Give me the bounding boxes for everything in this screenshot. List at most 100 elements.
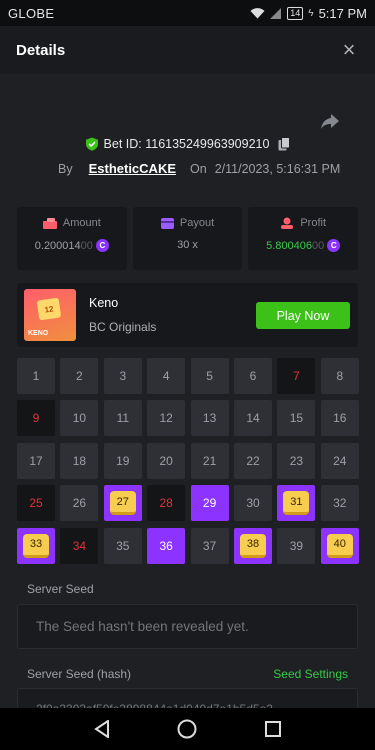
keno-cell-7[interactable]: 7: [277, 358, 316, 394]
keno-cell-40[interactable]: 40: [320, 527, 359, 564]
profit-icon: [281, 217, 294, 229]
play-now-button[interactable]: Play Now: [256, 302, 350, 329]
keno-cell-17[interactable]: 17: [17, 442, 55, 479]
stat-payout: Payout 30 x: [132, 207, 243, 270]
keno-cell-15[interactable]: 15: [277, 400, 316, 437]
seed-settings-link[interactable]: Seed Settings: [273, 667, 348, 681]
username-link[interactable]: EstheticCAKE: [89, 161, 176, 176]
game-card: 12 KENO Keno BC Originals Play Now: [17, 283, 358, 347]
keno-cell-9[interactable]: 9: [17, 400, 55, 437]
bet-meta-row: By EstheticCAKE On 2/11/2023, 5:16:31 PM: [58, 161, 340, 176]
keno-cell-gem-tile: 40: [326, 533, 353, 558]
bet-id-row: Bet ID: 116135249963909210: [0, 137, 375, 151]
keno-cell-2[interactable]: 2: [60, 358, 99, 394]
on-label: On: [190, 161, 207, 176]
modal-title: Details: [16, 41, 66, 59]
signal-icon: [270, 7, 282, 19]
keno-cell-32[interactable]: 32: [320, 485, 359, 522]
bet-date: 2/11/2023, 5:16:31 PM: [214, 161, 341, 176]
keno-cell-28[interactable]: 28: [147, 485, 186, 522]
keno-cell-3[interactable]: 3: [103, 358, 142, 394]
amount-icon: [42, 217, 57, 229]
profit-value: 5.800406: [266, 239, 312, 252]
payout-icon: [160, 217, 174, 229]
payout-label: Payout: [179, 217, 215, 229]
amount-label: Amount: [62, 217, 101, 229]
keno-cell-38[interactable]: 38: [234, 527, 272, 564]
keno-cell-20[interactable]: 20: [147, 442, 186, 479]
copy-icon[interactable]: [278, 137, 291, 151]
keno-cell-11[interactable]: 11: [103, 400, 142, 437]
stat-amount: Amount 0.20001400 C: [17, 207, 127, 270]
keno-cell-34[interactable]: 34: [60, 527, 99, 564]
keno-cell-gem-tile: 33: [23, 533, 49, 558]
keno-cell-1[interactable]: 1: [17, 358, 55, 394]
thumb-brand: KENO: [28, 330, 49, 337]
carrier-name: GLOBE: [8, 5, 55, 21]
keno-cell-8[interactable]: 8: [320, 358, 359, 394]
game-name: Keno: [89, 296, 119, 310]
clock: 5:17 PM: [318, 5, 367, 21]
keno-cell-22[interactable]: 22: [234, 442, 272, 479]
bet-id: Bet ID: 116135249963909210: [103, 137, 270, 151]
android-nav-bar: [0, 708, 375, 750]
stat-profit: Profit 5.80040600 C: [248, 207, 359, 270]
keno-cell-6[interactable]: 6: [234, 358, 272, 394]
wifi-icon: [250, 7, 265, 18]
keno-cell-18[interactable]: 18: [60, 442, 99, 479]
keno-cell-36[interactable]: 36: [147, 527, 186, 564]
by-label: By: [58, 161, 73, 176]
keno-cell-25[interactable]: 25: [17, 485, 55, 522]
coin-icon: C: [95, 239, 109, 252]
keno-cell-26[interactable]: 26: [60, 485, 99, 522]
details-modal: Details × Bet ID: 116135249963909210 By …: [0, 26, 375, 708]
share-icon[interactable]: [319, 110, 341, 132]
coin-icon: C: [327, 239, 341, 252]
modal-header: Details ×: [0, 26, 375, 74]
server-seed-hash-label: Server Seed (hash): [27, 667, 132, 681]
keno-cell-23[interactable]: 23: [277, 442, 316, 479]
keno-cell-13[interactable]: 13: [190, 400, 229, 437]
keno-cell-10[interactable]: 10: [60, 400, 99, 437]
thumb-tile: 12: [36, 297, 62, 321]
keno-thumbnail[interactable]: 12 KENO: [24, 289, 76, 341]
keno-cell-gem-tile: 38: [240, 533, 266, 558]
server-seed-field[interactable]: The Seed hasn't been revealed yet.: [17, 604, 358, 649]
battery-icon: 14: [287, 6, 304, 20]
keno-cell-4[interactable]: 4: [147, 358, 186, 394]
recents-icon[interactable]: [265, 721, 282, 737]
status-icons: 14 ϟ 5:17 PM: [250, 6, 367, 21]
keno-cell-33[interactable]: 33: [17, 527, 55, 564]
back-icon[interactable]: [94, 720, 110, 738]
game-provider: BC Originals: [89, 320, 157, 334]
keno-cell-31[interactable]: 31: [277, 485, 316, 522]
keno-cell-27[interactable]: 27: [103, 485, 142, 522]
home-icon[interactable]: [177, 719, 197, 739]
keno-cell-29[interactable]: 29: [190, 485, 229, 522]
modal-content: Bet ID: 116135249963909210 By EstheticCA…: [0, 74, 375, 708]
keno-cell-5[interactable]: 5: [190, 358, 229, 394]
status-bar: GLOBE 14 ϟ 5:17 PM: [0, 0, 375, 26]
amount-value-trailing: 00: [80, 239, 93, 252]
keno-cell-24[interactable]: 24: [320, 442, 359, 479]
charging-icon: ϟ: [308, 7, 314, 19]
keno-cell-gem-tile: 31: [283, 491, 310, 516]
close-icon[interactable]: ×: [339, 39, 359, 61]
keno-cell-gem-tile: 27: [109, 491, 136, 516]
verified-shield-icon: [85, 137, 98, 151]
keno-cell-16[interactable]: 16: [320, 400, 359, 437]
keno-cell-21[interactable]: 21: [190, 442, 229, 479]
keno-cell-35[interactable]: 35: [103, 527, 142, 564]
keno-cell-39[interactable]: 39: [277, 527, 316, 564]
keno-cell-37[interactable]: 37: [190, 527, 229, 564]
payout-value: 30 x: [177, 239, 198, 251]
keno-cell-30[interactable]: 30: [234, 485, 272, 522]
profit-value-trailing: 00: [312, 239, 325, 252]
keno-cell-12[interactable]: 12: [147, 400, 186, 437]
server-seed-hash-field[interactable]: 2f0a3303af50fe3898844e1d040d7e1b5d5e2: [17, 688, 358, 708]
keno-cell-19[interactable]: 19: [103, 442, 142, 479]
keno-cell-14[interactable]: 14: [234, 400, 272, 437]
server-seed-label: Server Seed: [27, 582, 94, 596]
stats-row: Amount 0.20001400 C Payout 30 x Profit 5…: [17, 207, 359, 270]
profit-label: Profit: [300, 217, 327, 229]
